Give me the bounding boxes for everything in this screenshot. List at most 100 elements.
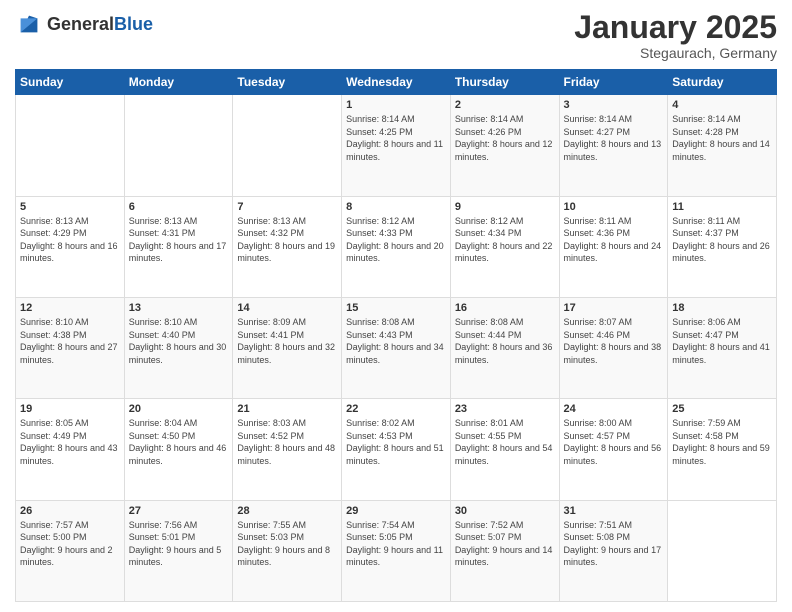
col-thursday: Thursday — [450, 70, 559, 95]
col-saturday: Saturday — [668, 70, 777, 95]
table-row: 5 Sunrise: 8:13 AMSunset: 4:29 PMDaylight… — [16, 196, 125, 297]
table-row: 6 Sunrise: 8:13 AMSunset: 4:31 PMDaylight… — [124, 196, 233, 297]
day-number: 14 — [237, 302, 337, 314]
day-info: Sunrise: 8:09 AMSunset: 4:41 PMDaylight:… — [237, 316, 337, 366]
day-info: Sunrise: 8:13 AMSunset: 4:29 PMDaylight:… — [20, 215, 120, 265]
day-info: Sunrise: 8:08 AMSunset: 4:43 PMDaylight:… — [346, 316, 446, 366]
location: Stegaurach, Germany — [574, 45, 777, 61]
calendar-week-row: 19Sunrise: 8:05 AMSunset: 4:49 PMDayligh… — [16, 399, 777, 500]
day-info: Sunrise: 7:54 AMSunset: 5:05 PMDaylight:… — [346, 519, 446, 569]
day-info: Sunrise: 8:14 AMSunset: 4:25 PMDaylight:… — [346, 113, 446, 163]
day-number: 30 — [455, 505, 555, 517]
table-row: 23Sunrise: 8:01 AMSunset: 4:55 PMDayligh… — [450, 399, 559, 500]
calendar-week-row: 1 Sunrise: 8:14 AMSunset: 4:25 PMDaylight… — [16, 95, 777, 196]
day-info: Sunrise: 7:59 AMSunset: 4:58 PMDaylight:… — [672, 417, 772, 467]
day-info: Sunrise: 8:14 AMSunset: 4:27 PMDaylight:… — [564, 113, 664, 163]
table-row: 15 Sunrise: 8:08 AMSunset: 4:43 PMDayligh… — [342, 297, 451, 398]
logo-icon — [15, 10, 43, 38]
logo: GeneralBlue — [15, 10, 153, 38]
day-number: 27 — [129, 505, 229, 517]
day-info: Sunrise: 7:51 AMSunset: 5:08 PMDaylight:… — [564, 519, 664, 569]
day-number: 10 — [564, 201, 664, 213]
day-info: Sunrise: 8:13 AMSunset: 4:31 PMDaylight:… — [129, 215, 229, 265]
table-row: 9Sunrise: 8:12 AMSunset: 4:34 PMDaylight… — [450, 196, 559, 297]
table-row: 14 Sunrise: 8:09 AMSunset: 4:41 PMDayligh… — [233, 297, 342, 398]
table-row — [668, 500, 777, 601]
day-info: Sunrise: 8:11 AMSunset: 4:36 PMDaylight:… — [564, 215, 664, 265]
day-number: 28 — [237, 505, 337, 517]
calendar-week-row: 5 Sunrise: 8:13 AMSunset: 4:29 PMDaylight… — [16, 196, 777, 297]
table-row: 13 Sunrise: 8:10 AMSunset: 4:40 PMDayligh… — [124, 297, 233, 398]
day-info: Sunrise: 8:12 AMSunset: 4:34 PMDaylight:… — [455, 215, 555, 265]
table-row: 4 Sunrise: 8:14 AMSunset: 4:28 PMDaylight… — [668, 95, 777, 196]
table-row: 26Sunrise: 7:57 AMSunset: 5:00 PMDayligh… — [16, 500, 125, 601]
table-row: 21 Sunrise: 8:03 AMSunset: 4:52 PMDayligh… — [233, 399, 342, 500]
table-row: 2 Sunrise: 8:14 AMSunset: 4:26 PMDaylight… — [450, 95, 559, 196]
table-row: 10 Sunrise: 8:11 AMSunset: 4:36 PMDayligh… — [559, 196, 668, 297]
day-info: Sunrise: 7:52 AMSunset: 5:07 PMDaylight:… — [455, 519, 555, 569]
table-row — [124, 95, 233, 196]
day-info: Sunrise: 8:14 AMSunset: 4:28 PMDaylight:… — [672, 113, 772, 163]
title-area: January 2025 Stegaurach, Germany — [574, 10, 777, 61]
table-row: 22 Sunrise: 8:02 AMSunset: 4:53 PMDayligh… — [342, 399, 451, 500]
col-tuesday: Tuesday — [233, 70, 342, 95]
day-number: 3 — [564, 99, 664, 111]
day-info: Sunrise: 8:10 AMSunset: 4:38 PMDaylight:… — [20, 316, 120, 366]
day-number: 17 — [564, 302, 664, 314]
header: GeneralBlue January 2025 Stegaurach, Ger… — [15, 10, 777, 61]
table-row — [233, 95, 342, 196]
day-info: Sunrise: 8:13 AMSunset: 4:32 PMDaylight:… — [237, 215, 337, 265]
day-number: 6 — [129, 201, 229, 213]
table-row: 1 Sunrise: 8:14 AMSunset: 4:25 PMDaylight… — [342, 95, 451, 196]
day-info: Sunrise: 8:03 AMSunset: 4:52 PMDaylight:… — [237, 417, 337, 467]
day-number: 21 — [237, 403, 337, 415]
day-number: 11 — [672, 201, 772, 213]
day-number: 22 — [346, 403, 446, 415]
day-info: Sunrise: 8:10 AMSunset: 4:40 PMDaylight:… — [129, 316, 229, 366]
table-row: 31 Sunrise: 7:51 AMSunset: 5:08 PMDayligh… — [559, 500, 668, 601]
day-number: 31 — [564, 505, 664, 517]
page: GeneralBlue January 2025 Stegaurach, Ger… — [0, 0, 792, 612]
day-number: 24 — [564, 403, 664, 415]
day-number: 29 — [346, 505, 446, 517]
table-row: 18 Sunrise: 8:06 AMSunset: 4:47 PMDayligh… — [668, 297, 777, 398]
logo-general: GeneralBlue — [47, 14, 153, 35]
day-info: Sunrise: 8:02 AMSunset: 4:53 PMDaylight:… — [346, 417, 446, 467]
table-row: 25Sunrise: 7:59 AMSunset: 4:58 PMDayligh… — [668, 399, 777, 500]
day-number: 5 — [20, 201, 120, 213]
day-number: 26 — [20, 505, 120, 517]
table-row: 3 Sunrise: 8:14 AMSunset: 4:27 PMDaylight… — [559, 95, 668, 196]
table-row: 20Sunrise: 8:04 AMSunset: 4:50 PMDayligh… — [124, 399, 233, 500]
table-row: 27 Sunrise: 7:56 AMSunset: 5:01 PMDayligh… — [124, 500, 233, 601]
day-number: 12 — [20, 302, 120, 314]
day-number: 2 — [455, 99, 555, 111]
day-number: 7 — [237, 201, 337, 213]
day-number: 4 — [672, 99, 772, 111]
day-info: Sunrise: 8:11 AMSunset: 4:37 PMDaylight:… — [672, 215, 772, 265]
day-info: Sunrise: 8:08 AMSunset: 4:44 PMDaylight:… — [455, 316, 555, 366]
day-info: Sunrise: 8:04 AMSunset: 4:50 PMDaylight:… — [129, 417, 229, 467]
table-row: 8Sunrise: 8:12 AMSunset: 4:33 PMDaylight… — [342, 196, 451, 297]
calendar-table: Sunday Monday Tuesday Wednesday Thursday… — [15, 69, 777, 602]
col-friday: Friday — [559, 70, 668, 95]
day-info: Sunrise: 8:12 AMSunset: 4:33 PMDaylight:… — [346, 215, 446, 265]
month-title: January 2025 — [574, 10, 777, 45]
day-info: Sunrise: 7:56 AMSunset: 5:01 PMDaylight:… — [129, 519, 229, 569]
calendar-header-row: Sunday Monday Tuesday Wednesday Thursday… — [16, 70, 777, 95]
table-row — [16, 95, 125, 196]
day-number: 16 — [455, 302, 555, 314]
table-row: 30 Sunrise: 7:52 AMSunset: 5:07 PMDayligh… — [450, 500, 559, 601]
table-row: 12 Sunrise: 8:10 AMSunset: 4:38 PMDayligh… — [16, 297, 125, 398]
col-wednesday: Wednesday — [342, 70, 451, 95]
calendar-week-row: 12 Sunrise: 8:10 AMSunset: 4:38 PMDayligh… — [16, 297, 777, 398]
day-number: 18 — [672, 302, 772, 314]
day-info: Sunrise: 8:01 AMSunset: 4:55 PMDaylight:… — [455, 417, 555, 467]
table-row: 24Sunrise: 8:00 AMSunset: 4:57 PMDayligh… — [559, 399, 668, 500]
day-info: Sunrise: 8:14 AMSunset: 4:26 PMDaylight:… — [455, 113, 555, 163]
day-number: 15 — [346, 302, 446, 314]
day-info: Sunrise: 8:06 AMSunset: 4:47 PMDaylight:… — [672, 316, 772, 366]
day-number: 1 — [346, 99, 446, 111]
table-row: 17Sunrise: 8:07 AMSunset: 4:46 PMDayligh… — [559, 297, 668, 398]
table-row: 28Sunrise: 7:55 AMSunset: 5:03 PMDayligh… — [233, 500, 342, 601]
day-number: 13 — [129, 302, 229, 314]
